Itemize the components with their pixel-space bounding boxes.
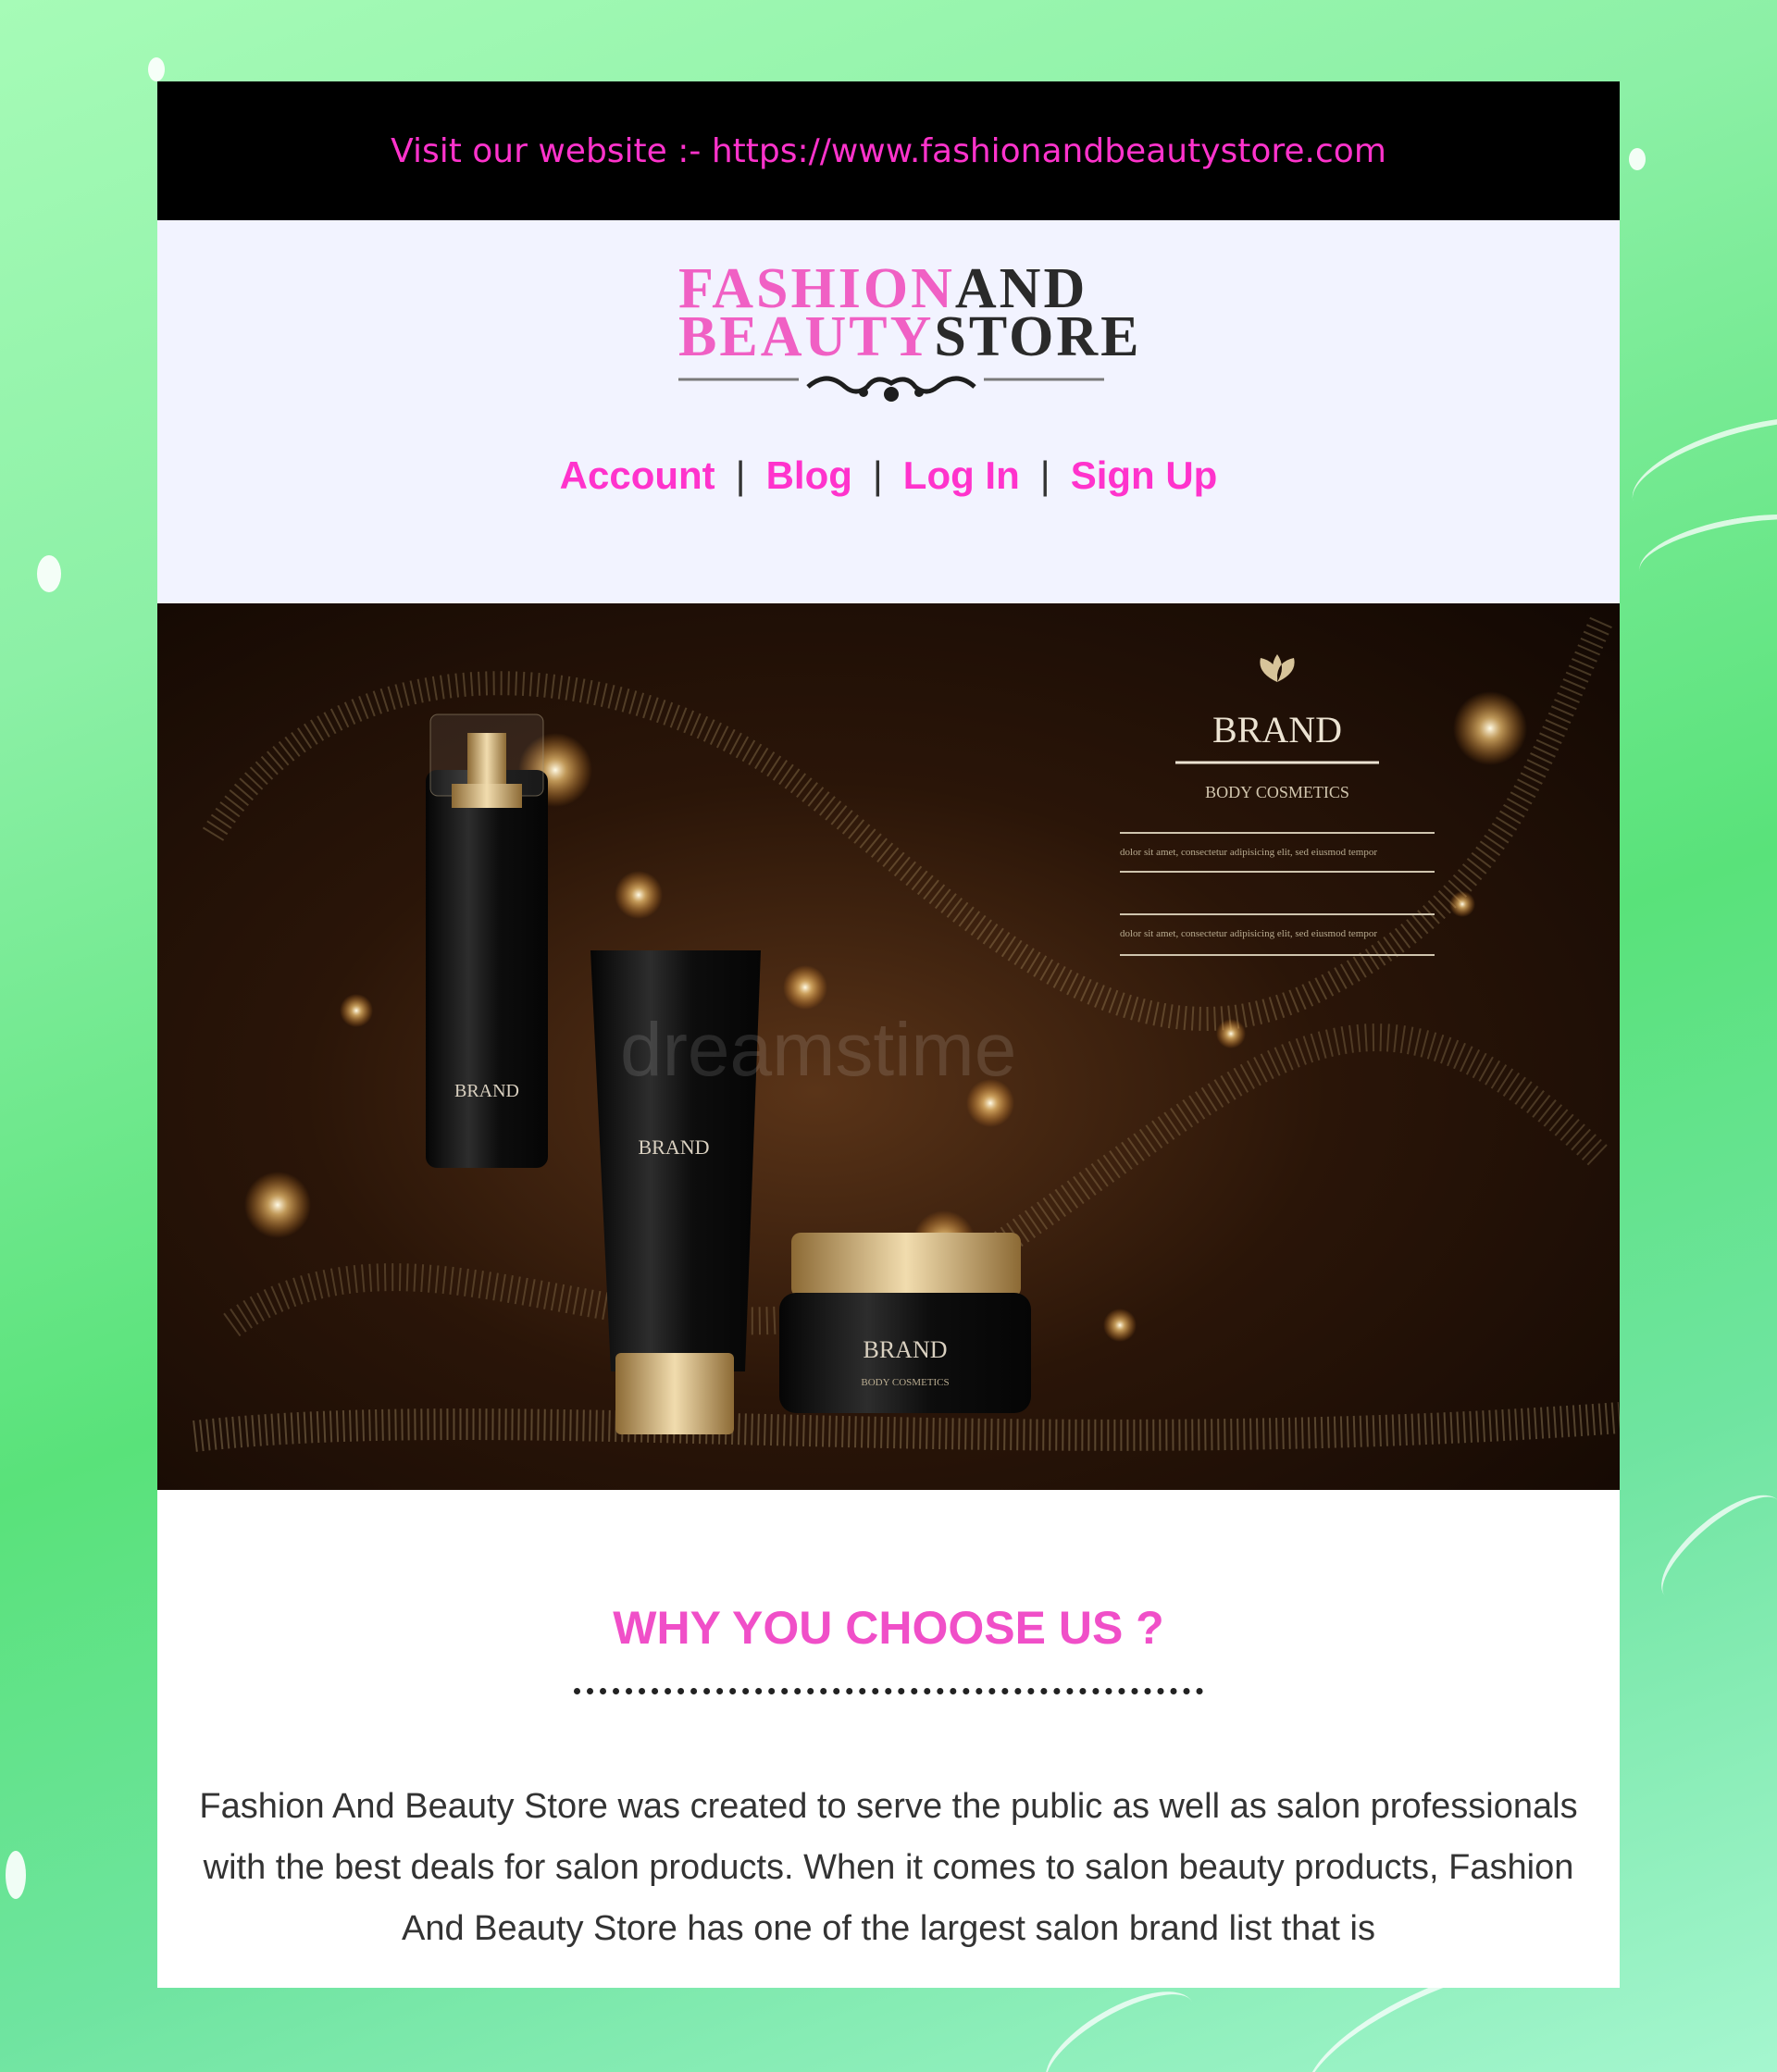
dotted-divider <box>574 1688 1203 1694</box>
nav-bar: Account | Blog | Log In | Sign Up <box>157 453 1620 498</box>
svg-text:BODY COSMETICS: BODY COSMETICS <box>1205 783 1349 801</box>
svg-text:BRAND: BRAND <box>638 1135 709 1159</box>
nav-account-link[interactable]: Account <box>543 453 732 497</box>
hero-banner-image: BRAND BRAND BRAND BODY COSMETICS dreamst… <box>157 603 1620 1490</box>
svg-text:BRAND: BRAND <box>863 1336 947 1363</box>
svg-text:BRAND: BRAND <box>1212 709 1342 751</box>
svg-text:dolor sit amet, consectetur ad: dolor sit amet, consectetur adipisicing … <box>1120 928 1377 939</box>
svg-text:BODY COSMETICS: BODY COSMETICS <box>861 1377 949 1388</box>
svg-text:BRAND: BRAND <box>454 1081 519 1101</box>
nav-blog-link[interactable]: Blog <box>750 453 869 497</box>
nav-signup-link[interactable]: Sign Up <box>1054 453 1235 497</box>
nav-login-link[interactable]: Log In <box>887 453 1037 497</box>
svg-text:dolor sit amet, consectetur ad: dolor sit amet, consectetur adipisicing … <box>1120 847 1377 858</box>
section-title: WHY YOU CHOOSE US ? <box>613 1602 1164 1654</box>
header: FASHIONAND BEAUTYSTORE Account | Blog | Log … <box>157 220 1620 603</box>
nav-separator: | <box>872 453 883 497</box>
nav-separator: | <box>1039 453 1050 497</box>
why-section: WHY YOU CHOOSE US ? Fashion And Beauty S… <box>157 1490 1620 1959</box>
store-logo[interactable]: FASHIONAND BEAUTYSTORE <box>678 260 1142 413</box>
cream-jar: BRAND BODY COSMETICS <box>779 1233 1031 1413</box>
hero-illustration: BRAND BRAND BRAND BODY COSMETICS dreamst… <box>193 616 1620 1452</box>
brand-block: BRAND BODY COSMETICS dolor sit amet, con… <box>1120 654 1435 956</box>
website-banner: Visit our website :- https://www.fashion… <box>157 81 1620 220</box>
ornament-icon <box>678 376 1104 402</box>
spray-bottle: BRAND <box>426 713 548 1168</box>
nav-separator: | <box>735 453 746 497</box>
logo-line-2: BEAUTYSTORE <box>678 305 1142 368</box>
svg-text:dreamstime: dreamstime <box>620 1008 1016 1092</box>
website-link[interactable]: Visit our website :- https://www.fashion… <box>391 132 1386 170</box>
section-paragraph: Fashion And Beauty Store was created to … <box>199 1787 1578 1948</box>
email-card: Visit our website :- https://www.fashion… <box>157 81 1620 1988</box>
